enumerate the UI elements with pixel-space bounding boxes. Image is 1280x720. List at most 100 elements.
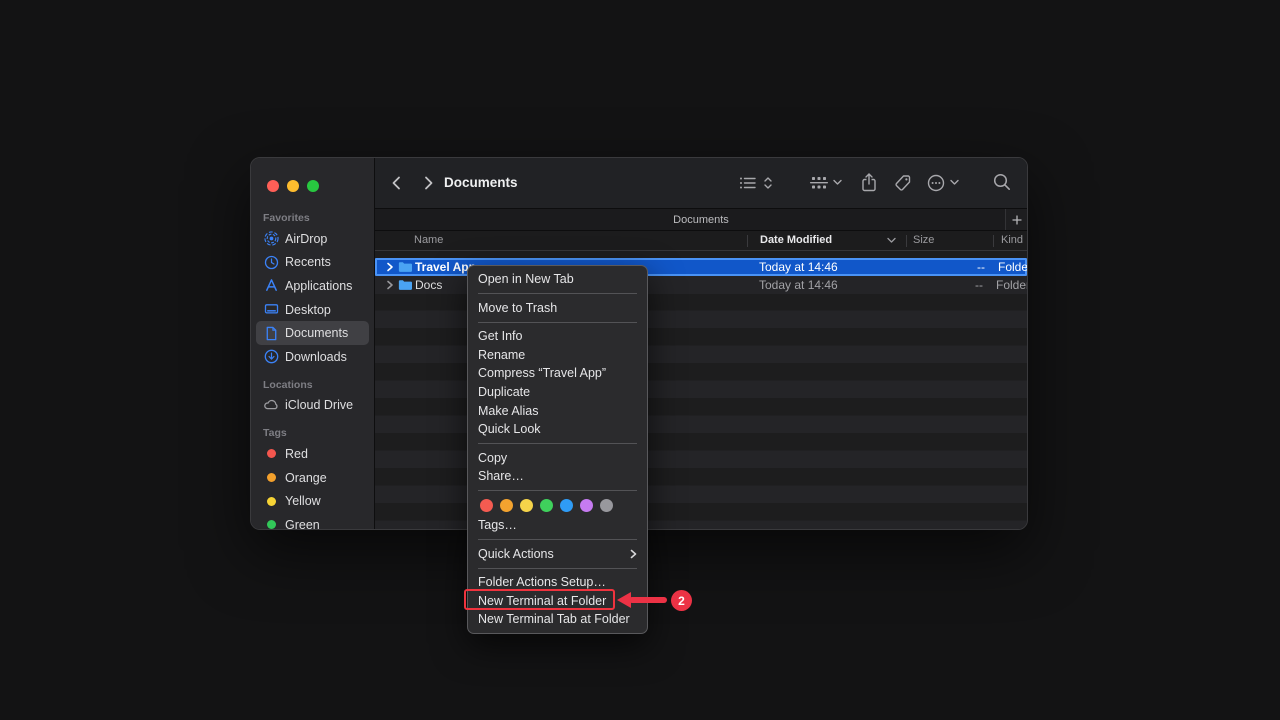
menu-item-quick-look[interactable]: Quick Look: [468, 420, 647, 439]
menu-item-get-info[interactable]: Get Info: [468, 327, 647, 346]
tab-bar: Documents: [375, 208, 1027, 231]
sidebar-item-label: Orange: [285, 471, 327, 485]
menu-item-move-to-trash[interactable]: Move to Trash: [468, 299, 647, 318]
sidebar-item-recents[interactable]: Recents: [251, 251, 374, 275]
sidebar-section-locations: Locations: [263, 379, 374, 391]
tags-icon[interactable]: [894, 174, 912, 192]
view-mode-chevrons-icon[interactable]: [763, 176, 773, 190]
forward-button[interactable]: [420, 175, 436, 191]
green-tag-dot-icon: [263, 517, 279, 530]
clock-icon: [263, 254, 279, 270]
folder-icon: [398, 260, 413, 274]
share-icon[interactable]: [861, 173, 877, 192]
sidebar-item-icloud-drive[interactable]: iCloud Drive: [251, 394, 374, 418]
sidebar-item-applications[interactable]: Applications: [251, 274, 374, 298]
list-column-header: Name Date Modified Size Kind: [375, 231, 1027, 251]
file-name: Docs: [415, 276, 442, 294]
column-size[interactable]: Size: [913, 234, 934, 246]
column-kind[interactable]: Kind: [1001, 234, 1023, 246]
sidebar-item-label: AirDrop: [285, 232, 327, 246]
sidebar-item-tag-red[interactable]: Red: [251, 442, 374, 466]
menu-item-compress[interactable]: Compress “Travel App”: [468, 364, 647, 383]
minimize-window-button[interactable]: [287, 180, 299, 192]
sidebar-item-label: Documents: [285, 326, 348, 340]
more-actions-icon[interactable]: [927, 174, 945, 192]
back-button[interactable]: [389, 175, 405, 191]
tag-orange-button[interactable]: [500, 499, 513, 512]
menu-item-share[interactable]: Share…: [468, 467, 647, 486]
menu-item-rename[interactable]: Rename: [468, 346, 647, 365]
menu-separator: [478, 539, 637, 540]
file-kind: Folder: [998, 260, 1028, 274]
menu-separator: [478, 490, 637, 491]
tag-green-button[interactable]: [540, 499, 553, 512]
search-icon[interactable]: [993, 173, 1011, 191]
annotation-arrow-icon: [629, 597, 667, 603]
tag-gray-button[interactable]: [600, 499, 613, 512]
file-size: --: [917, 260, 985, 274]
sort-chevron-icon[interactable]: [887, 234, 896, 244]
column-divider: [993, 235, 994, 247]
zoom-window-button[interactable]: [307, 180, 319, 192]
menu-item-new-terminal-tab-at-folder[interactable]: New Terminal Tab at Folder: [468, 610, 647, 629]
menu-separator: [478, 322, 637, 323]
sidebar-item-label: Desktop: [285, 303, 331, 317]
menu-item-copy[interactable]: Copy: [468, 449, 647, 468]
tag-yellow-button[interactable]: [520, 499, 533, 512]
sidebar-item-airdrop[interactable]: AirDrop: [251, 227, 374, 251]
tag-purple-button[interactable]: [580, 499, 593, 512]
tag-blue-button[interactable]: [560, 499, 573, 512]
yellow-tag-dot-icon: [263, 493, 279, 509]
sidebar-item-label: Recents: [285, 255, 331, 269]
menu-item-make-alias[interactable]: Make Alias: [468, 402, 647, 421]
new-tab-button[interactable]: [1005, 209, 1027, 230]
close-window-button[interactable]: [267, 180, 279, 192]
sidebar-item-documents[interactable]: Documents: [256, 321, 369, 345]
sidebar-item-label: Downloads: [285, 350, 347, 364]
annotation-step-badge: 2: [671, 590, 692, 611]
tab-documents[interactable]: Documents: [673, 214, 729, 226]
sidebar-item-tag-yellow[interactable]: Yellow: [251, 489, 374, 513]
desktop-icon: [263, 302, 279, 318]
desktop-background: Favorites AirDrop Recents Applications: [0, 0, 1280, 720]
window-controls: [251, 158, 374, 192]
column-name[interactable]: Name: [414, 234, 443, 246]
menu-item-tags[interactable]: Tags…: [468, 516, 647, 535]
annotation-highlight-box: [464, 589, 615, 610]
disclosure-chevron-icon[interactable]: [386, 276, 396, 294]
sidebar-item-label: Yellow: [285, 494, 321, 508]
sidebar-section-favorites: Favorites: [263, 212, 374, 224]
sidebar: Favorites AirDrop Recents Applications: [251, 158, 375, 529]
file-date: Today at 14:46: [759, 260, 838, 274]
sidebar-item-desktop[interactable]: Desktop: [251, 298, 374, 322]
menu-item-open-in-new-tab[interactable]: Open in New Tab: [468, 270, 647, 289]
tag-red-button[interactable]: [480, 499, 493, 512]
file-kind: Folder: [996, 276, 1028, 294]
sidebar-item-label: iCloud Drive: [285, 398, 353, 412]
chevron-down-icon[interactable]: [950, 179, 959, 186]
sidebar-item-label: Applications: [285, 279, 352, 293]
chevron-down-icon[interactable]: [833, 179, 842, 186]
menu-separator: [478, 443, 637, 444]
disclosure-chevron-icon[interactable]: [386, 260, 396, 274]
menu-separator: [478, 568, 637, 569]
orange-tag-dot-icon: [263, 470, 279, 486]
column-date-modified[interactable]: Date Modified: [760, 234, 832, 246]
sidebar-item-label: Green: [285, 518, 320, 530]
context-menu: Open in New Tab Move to Trash Get Info R…: [467, 265, 648, 634]
list-view-icon[interactable]: [739, 175, 757, 191]
menu-item-duplicate[interactable]: Duplicate: [468, 383, 647, 402]
folder-icon: [398, 276, 413, 294]
cloud-icon: [263, 397, 279, 413]
submenu-chevron-icon: [630, 549, 637, 559]
group-by-icon[interactable]: [809, 175, 829, 191]
file-date: Today at 14:46: [759, 276, 838, 294]
menu-item-quick-actions[interactable]: Quick Actions: [468, 545, 647, 564]
sidebar-item-tag-orange[interactable]: Orange: [251, 466, 374, 490]
applications-icon: [263, 278, 279, 294]
downloads-icon: [263, 349, 279, 365]
sidebar-item-downloads[interactable]: Downloads: [251, 345, 374, 369]
file-size: --: [915, 276, 983, 294]
sidebar-item-label: Red: [285, 447, 308, 461]
sidebar-item-tag-green[interactable]: Green: [251, 513, 374, 530]
